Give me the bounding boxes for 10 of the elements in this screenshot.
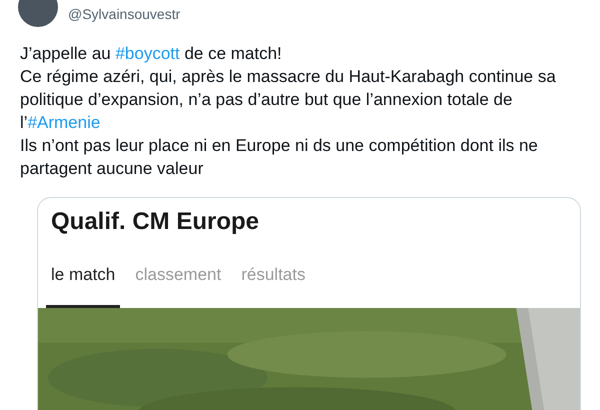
card-tab[interactable]: classement [130, 265, 226, 308]
tweet-text: Ce régime azéri, qui, après le massacre du Haut-Karabagh continue sa politique d’expansion, n’a pas d’autre but que l’annexion totale de l’#Armenie [20, 66, 557, 134]
hashtag-link[interactable]: #boycott [115, 44, 180, 63]
card-tab[interactable]: résultats [236, 265, 310, 308]
card-title: Qualif. CM Europe [50, 207, 260, 237]
tweet-text: J’appelle au #boycott de ce match! [20, 43, 283, 65]
user-handle: @Sylvainsouvestr [68, 5, 180, 24]
hashtag-link[interactable]: #Armenie [28, 113, 100, 132]
link-card[interactable]: Qualif. CM Europe le match classement résultats [37, 197, 581, 410]
tweet-text: Ils n’ont pas leur place ni en Europe ni ds une compétition dont ils ne partagent aucune valeur [20, 135, 539, 180]
